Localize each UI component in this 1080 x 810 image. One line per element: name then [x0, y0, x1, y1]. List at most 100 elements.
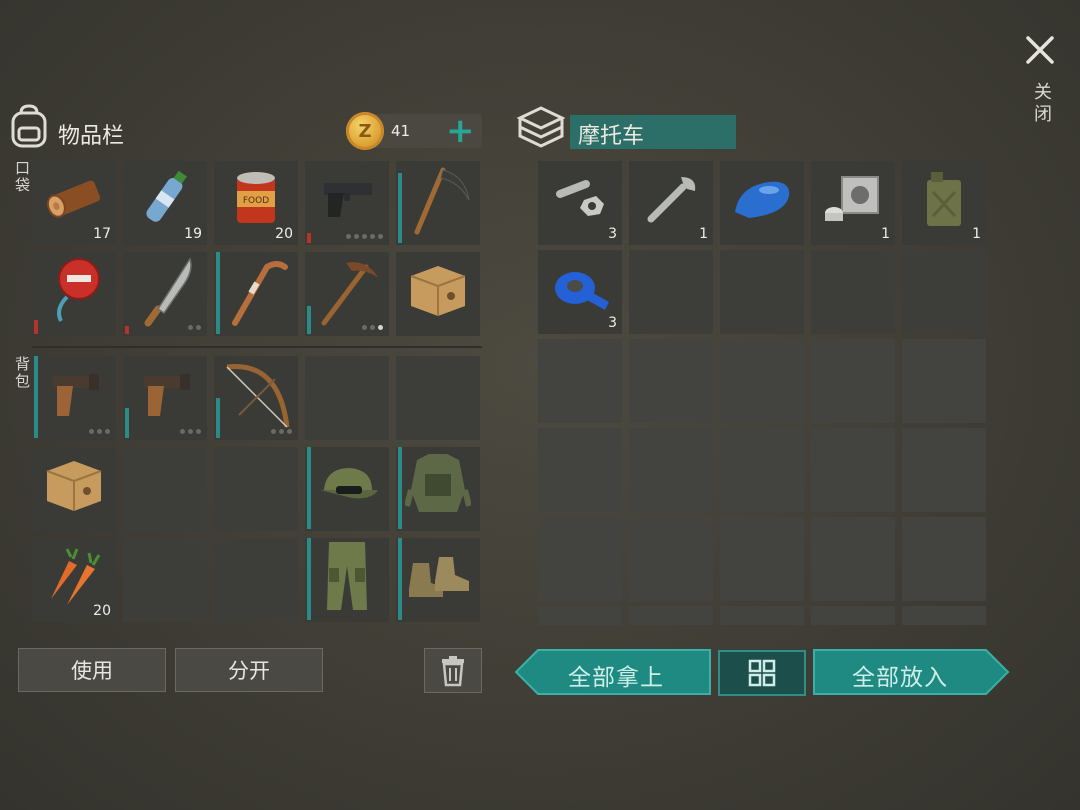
ammo-dots: [271, 429, 292, 434]
stop-sign-icon: [57, 257, 100, 322]
fuel-tank-icon: [735, 181, 790, 218]
sort-button[interactable]: [718, 650, 806, 696]
storage-slot[interactable]: [629, 250, 713, 334]
storage-slot-locked: [720, 517, 804, 601]
storage-slot-locked: [811, 428, 895, 512]
backpack-icon: [11, 104, 47, 148]
storage-slot-locked: [629, 339, 713, 423]
ammo-dots: [346, 234, 383, 239]
wrench-icon: [647, 176, 696, 223]
ammo-dots: [188, 325, 201, 330]
durability-bar: [307, 306, 311, 334]
close-button[interactable]: 关闭: [1020, 30, 1060, 140]
pocket-slot[interactable]: [123, 252, 207, 336]
backpack-slot[interactable]: [32, 447, 116, 531]
item-quantity: 1: [699, 226, 708, 242]
duct-tape-icon: [555, 271, 609, 310]
backpack-slot[interactable]: [396, 538, 480, 622]
storage-slot[interactable]: 3: [538, 250, 622, 334]
machete-icon: [144, 257, 192, 327]
storage-slot-locked: [811, 517, 895, 601]
bow-icon: [226, 363, 290, 428]
storage-slot[interactable]: 1: [811, 161, 895, 245]
backpack-slot[interactable]: [214, 356, 298, 440]
durability-bar: [307, 233, 311, 243]
item-quantity: 17: [93, 226, 111, 242]
boots-icon: [409, 556, 469, 597]
storage-slot-locked: [629, 428, 713, 512]
storage-slot-locked: [538, 428, 622, 512]
storage-slot-locked: [538, 517, 622, 601]
backpack-slot[interactable]: [214, 447, 298, 531]
storage-slot[interactable]: [720, 250, 804, 334]
pocket-slot[interactable]: [214, 252, 298, 336]
backpack-slot[interactable]: [396, 356, 480, 440]
storage-slot[interactable]: 1: [902, 161, 986, 245]
durability-bar: [307, 447, 311, 529]
item-quantity: 1: [881, 226, 890, 242]
pocket-slot[interactable]: [32, 252, 116, 336]
coin-icon: Z: [346, 112, 384, 150]
storage-slot[interactable]: [902, 250, 986, 334]
backpack-slot[interactable]: [305, 356, 389, 440]
storage-slot[interactable]: [720, 161, 804, 245]
take-all-label: 全部拿上: [568, 665, 664, 691]
bolts-icon: [556, 179, 604, 216]
ammo-dots: [180, 429, 201, 434]
close-label: 关闭: [1031, 82, 1052, 126]
item-quantity: 3: [608, 315, 617, 331]
durability-bar: [398, 173, 402, 243]
flare-gun-icon: [53, 373, 99, 416]
storage-slot[interactable]: 1: [629, 161, 713, 245]
pocket-slot[interactable]: [305, 161, 389, 245]
item-quantity: 20: [275, 226, 293, 242]
jerry-can-icon: [927, 171, 961, 226]
storage-slot-locked: [811, 606, 895, 625]
flare-gun-icon: [144, 373, 190, 416]
pistol-icon: [324, 182, 372, 217]
storage-slot-locked: [538, 606, 622, 625]
trash-icon: [442, 655, 464, 686]
pocket-slot[interactable]: [305, 252, 389, 336]
pocket-label: 口袋: [13, 160, 31, 194]
inventory-title: 物品栏: [58, 124, 125, 149]
backpack-slot[interactable]: [305, 538, 389, 622]
pocket-slot[interactable]: [396, 161, 480, 245]
water-bottle-icon: [146, 170, 187, 222]
backpack-slot[interactable]: [123, 447, 207, 531]
durability-bar: [307, 538, 311, 620]
backpack-slot[interactable]: [305, 447, 389, 531]
pocket-slot[interactable]: [396, 252, 480, 336]
backpack-slot[interactable]: [396, 447, 480, 531]
food-can-icon: FOOD: [237, 171, 275, 223]
engine-cylinder-icon: [825, 175, 879, 221]
use-button[interactable]: 使用: [18, 648, 166, 692]
hockey-stick-icon: [232, 260, 288, 326]
storage-title: 摩托车: [578, 124, 645, 149]
durability-bar: [34, 320, 38, 334]
svg-text:FOOD: FOOD: [243, 196, 269, 206]
durability-bar: [125, 326, 129, 334]
storage-grid: 3 1 1 1 3: [538, 161, 990, 625]
backpack-slot[interactable]: [123, 356, 207, 440]
close-icon: [1026, 36, 1054, 64]
storage-slot[interactable]: [811, 250, 895, 334]
pocket-slot[interactable]: 19: [123, 161, 207, 245]
ammo-dots: [89, 429, 110, 434]
put-all-label: 全部放入: [852, 665, 948, 691]
trash-button[interactable]: [424, 648, 482, 693]
add-coins-button[interactable]: +: [446, 114, 475, 148]
pocket-slot[interactable]: 17: [32, 161, 116, 245]
backpack-slot[interactable]: [123, 538, 207, 622]
pocket-slot[interactable]: FOOD 20: [214, 161, 298, 245]
durability-bar: [398, 538, 402, 620]
storage-slot-locked: [811, 339, 895, 423]
split-button[interactable]: 分开: [175, 648, 323, 692]
storage-slot[interactable]: 3: [538, 161, 622, 245]
storage-slot-locked: [720, 339, 804, 423]
backpack-slot[interactable]: [32, 356, 116, 440]
carrots-icon: [51, 548, 101, 605]
backpack-slot[interactable]: 20: [32, 538, 116, 622]
backpack-slot[interactable]: [214, 538, 298, 622]
storage-slot-locked: [720, 606, 804, 625]
